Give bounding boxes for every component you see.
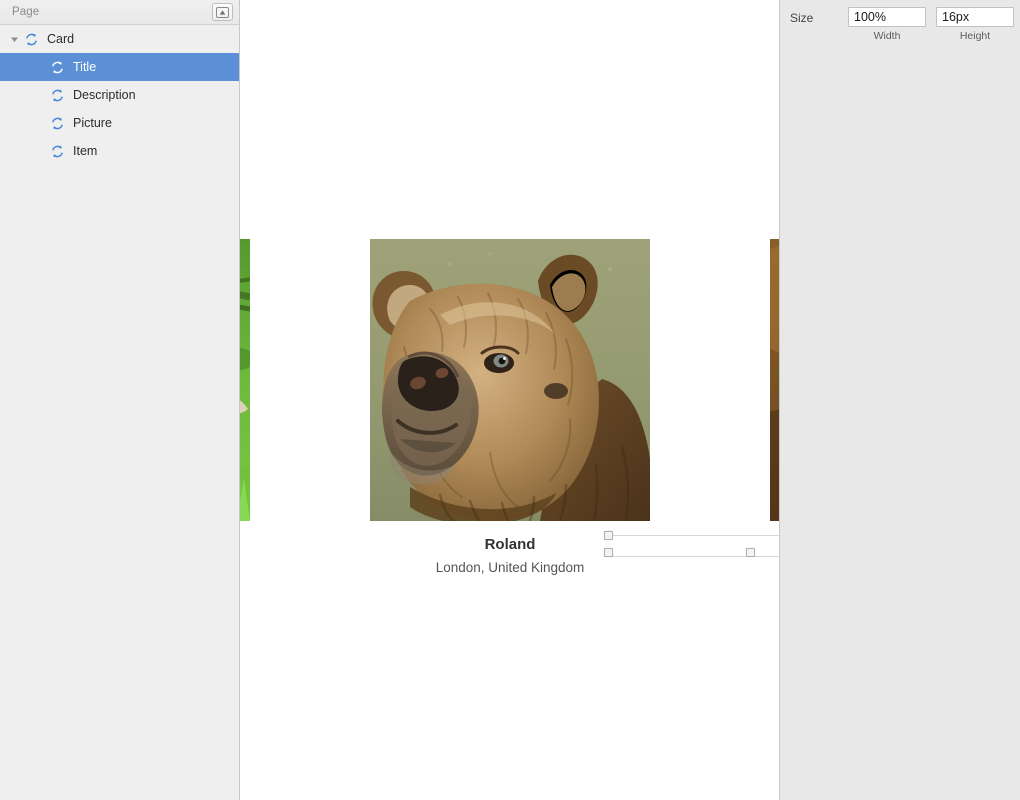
cards-collection: London, United Kingdom <box>240 239 780 584</box>
white-cat-face-photo[interactable] <box>770 239 780 521</box>
design-canvas[interactable]: London, United Kingdom <box>240 0 780 800</box>
panel-title: Page <box>6 6 39 18</box>
card-title[interactable]: Roland <box>370 535 650 555</box>
card-description[interactable]: London, United Kingdom <box>240 559 250 577</box>
layer-label: Item <box>73 144 97 158</box>
fox-in-grass-photo[interactable] <box>240 239 250 521</box>
layers-panel: Page <box>0 0 240 800</box>
card-description[interactable]: London, United Kingdom <box>370 559 650 577</box>
brown-bear-portrait-photo[interactable] <box>370 239 650 521</box>
layer-row-description[interactable]: Description <box>0 81 239 109</box>
layers-panel-header: Page <box>0 0 239 25</box>
collapse-panel-button[interactable] <box>212 3 233 21</box>
sync-symbol-icon <box>22 30 40 48</box>
height-field-group: Height <box>936 7 1014 42</box>
app-window: Page <box>0 0 1020 800</box>
width-caption: Width <box>874 30 901 42</box>
height-input[interactable] <box>936 7 1014 27</box>
card-description[interactable]: London, United Kingdom <box>770 559 780 577</box>
sync-symbol-icon <box>48 58 66 76</box>
card-item[interactable]: London, United Kingdom <box>770 239 780 577</box>
card-item[interactable]: London, United Kingdom <box>240 239 250 577</box>
size-section: Size Width Height <box>780 0 1020 42</box>
layer-label: Card <box>47 32 74 46</box>
size-label: Size <box>790 7 848 29</box>
height-caption: Height <box>960 30 990 42</box>
card-item[interactable]: Roland London, United Kingdom <box>370 239 650 577</box>
sync-symbol-icon <box>48 86 66 104</box>
sync-symbol-icon <box>48 142 66 160</box>
collapse-panel-icon <box>216 7 229 18</box>
inspector-panel: Size Width Height <box>780 0 1020 800</box>
width-input[interactable] <box>848 7 926 27</box>
width-field-group: Width <box>848 7 926 42</box>
card-title[interactable] <box>770 535 780 555</box>
sync-symbol-icon <box>48 114 66 132</box>
layer-row-title[interactable]: Title <box>0 53 239 81</box>
layers-tree: Card Title <box>0 25 239 165</box>
card-title[interactable] <box>240 535 250 555</box>
layer-label: Picture <box>73 116 112 130</box>
layer-row-card[interactable]: Card <box>0 25 239 53</box>
layer-label: Description <box>73 88 136 102</box>
layer-label: Title <box>73 60 96 74</box>
disclosure-triangle-icon[interactable] <box>6 25 22 53</box>
layer-row-item[interactable]: Item <box>0 137 239 165</box>
layer-row-picture[interactable]: Picture <box>0 109 239 137</box>
